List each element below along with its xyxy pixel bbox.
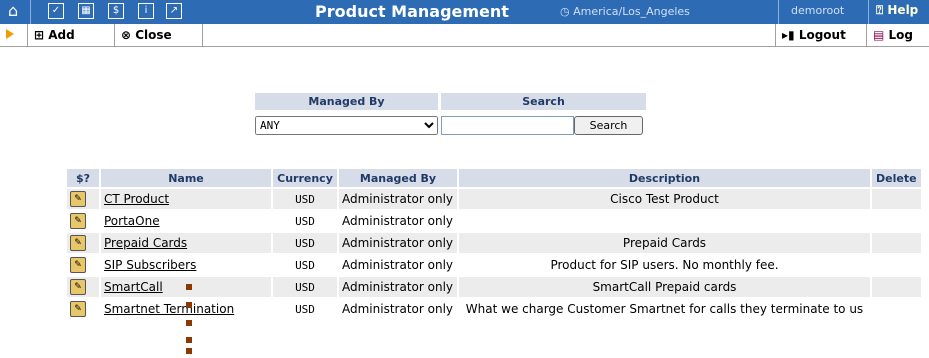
log-button[interactable]: ▤ Log [867, 24, 929, 46]
table-row: ✎ CT Product USD Administrator only Cisc… [67, 189, 921, 209]
divider [778, 0, 779, 24]
managed-by-cell: Administrator only [342, 214, 453, 228]
edit-icon[interactable]: ✎ [70, 213, 86, 229]
log-label: Log [888, 28, 913, 42]
col-header-price: $? [67, 169, 99, 187]
currency-cell: USD [273, 277, 337, 297]
managed-by-select[interactable]: ANY [255, 116, 438, 135]
search-header: Search [441, 93, 646, 110]
description-cell: What we charge Customer Smartnet for cal… [465, 302, 864, 316]
description-cell [459, 211, 870, 231]
divider [868, 0, 869, 24]
resize-marker [186, 348, 192, 354]
logout-icon: ▸▮ [782, 28, 799, 42]
col-header-name: Name [101, 169, 271, 187]
grid-icon[interactable]: ▦ [78, 3, 94, 19]
timezone-label: America/Los_Angeles [573, 5, 690, 18]
top-bar: ⌂ ✓ ▦ $ i ↗ Product Management ◷ America… [0, 0, 929, 24]
edit-icon[interactable]: ✎ [70, 301, 86, 317]
table-row: ✎ PortaOne USD Administrator only [67, 211, 921, 231]
table-header-row: $? Name Currency Managed By Description … [67, 169, 921, 187]
product-name-link[interactable]: PortaOne [104, 214, 160, 228]
column-resize-handle[interactable] [186, 280, 192, 358]
logout-button[interactable]: ▸▮ Logout [775, 24, 867, 46]
edit-icon[interactable]: ✎ [70, 235, 86, 251]
product-name-link[interactable]: Smartnet Termination [104, 302, 234, 316]
log-icon: ▤ [873, 28, 889, 42]
help-label: Help [887, 3, 919, 17]
help-link[interactable]: ⍰ Help [876, 3, 918, 18]
col-header-managed-by: Managed By [339, 169, 457, 187]
delete-cell [872, 233, 921, 253]
close-icon: ⊗ [121, 28, 136, 42]
resize-marker [186, 302, 192, 308]
managed-by-cell: Administrator only [339, 277, 457, 297]
delete-cell [872, 299, 921, 319]
resize-marker [186, 337, 192, 343]
col-header-description: Description [459, 169, 870, 187]
edit-icon[interactable]: ✎ [70, 191, 86, 207]
description-cell: Prepaid Cards [459, 233, 870, 253]
edit-icon[interactable]: ✎ [70, 279, 86, 295]
toolbar: ⊞ Add ⊗ Close ▸▮ Logout ▤ Log [0, 24, 929, 47]
divider [30, 0, 31, 24]
product-name-link[interactable]: CT Product [104, 192, 169, 206]
delete-cell [872, 189, 921, 209]
products-table: $? Name Currency Managed By Description … [65, 167, 923, 321]
currency-cell: USD [295, 258, 315, 272]
logout-label: Logout [798, 28, 846, 42]
plus-icon: ⊞ [34, 28, 49, 42]
page-title: Product Management [315, 2, 509, 21]
checkbox-icon[interactable]: ✓ [48, 3, 64, 19]
table-row: ✎ SIP Subscribers USD Administrator only… [67, 255, 921, 275]
description-cell: Cisco Test Product [459, 189, 870, 209]
resize-marker [186, 320, 192, 326]
col-header-delete: Delete [872, 169, 921, 187]
add-button[interactable]: ⊞ Add [27, 24, 115, 46]
user-link[interactable]: demoroot [791, 4, 844, 17]
home-icon[interactable]: ⌂ [8, 2, 18, 20]
search-button[interactable]: Search [574, 116, 643, 135]
delete-cell [872, 255, 921, 275]
table-row: ✎ SmartCall USD Administrator only Smart… [67, 277, 921, 297]
resize-marker [186, 284, 192, 290]
timezone-link[interactable]: ◷ America/Los_Angeles [560, 4, 690, 20]
col-header-currency: Currency [273, 169, 337, 187]
product-name-link[interactable]: SIP Subscribers [104, 258, 196, 272]
edit-icon[interactable]: ✎ [70, 257, 86, 273]
managed-by-cell: Administrator only [339, 189, 457, 209]
add-label: Add [48, 28, 75, 42]
play-arrow-icon [6, 29, 14, 39]
info-icon[interactable]: i [138, 3, 154, 19]
help-icon: ⍰ [876, 3, 888, 17]
delete-cell [872, 277, 921, 297]
managed-by-cell: Administrator only [342, 258, 453, 272]
clock-icon: ◷ [560, 5, 574, 18]
managed-by-cell: Administrator only [342, 302, 453, 316]
delete-cell [872, 211, 921, 231]
chart-icon[interactable]: ↗ [166, 3, 182, 19]
close-label: Close [135, 28, 172, 42]
currency-cell: USD [273, 233, 337, 253]
table-row: ✎ Prepaid Cards USD Administrator only P… [67, 233, 921, 253]
dollar-icon[interactable]: $ [108, 3, 124, 19]
description-cell: Product for SIP users. No monthly fee. [550, 258, 779, 272]
product-name-link[interactable]: SmartCall [104, 280, 163, 294]
currency-cell: USD [295, 214, 315, 228]
currency-cell: USD [295, 302, 315, 316]
managed-by-header: Managed By [255, 93, 438, 110]
search-input[interactable] [441, 116, 574, 135]
table-row: ✎ Smartnet Termination USD Administrator… [67, 299, 921, 319]
close-button[interactable]: ⊗ Close [115, 24, 203, 46]
managed-by-cell: Administrator only [339, 233, 457, 253]
product-name-link[interactable]: Prepaid Cards [104, 236, 187, 250]
currency-cell: USD [273, 189, 337, 209]
description-cell: SmartCall Prepaid cards [459, 277, 870, 297]
